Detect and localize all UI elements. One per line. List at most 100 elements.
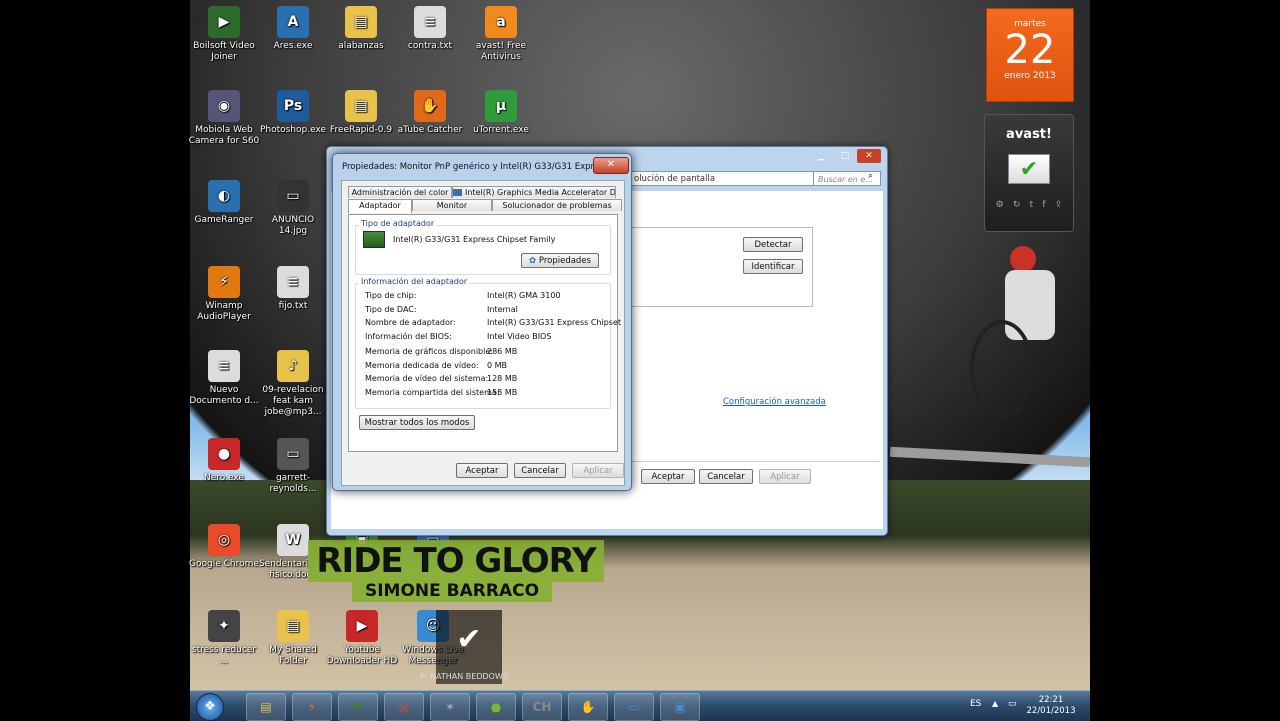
app-icon: ▶ xyxy=(208,6,240,38)
taskbar-app-display[interactable]: ▣ xyxy=(660,693,700,721)
desktop-icon[interactable]: ✋ aTube Catcher xyxy=(394,90,466,136)
minimize-button[interactable]: ▁ xyxy=(809,149,833,163)
app-icon: ◐ xyxy=(208,180,240,212)
desktop-icon[interactable]: a avast! Free Antivirus xyxy=(465,6,537,63)
ch-icon: CH xyxy=(532,700,552,714)
desktop-icon[interactable]: ♪ 09-revelacion feat kam jobe@mp3... xyxy=(257,350,329,418)
tab-troubleshoot[interactable]: Solucionador de problemas xyxy=(492,199,622,211)
tab-adapter[interactable]: Adaptador xyxy=(348,199,412,213)
banner-title: RIDE TO GLORY xyxy=(308,540,604,582)
tab-intel-driver[interactable]: Intel(R) Graphics Media Accelerator Driv… xyxy=(452,186,616,198)
desktop-icon[interactable]: ● Nero.exe xyxy=(188,438,260,484)
taskbar-app-avast[interactable]: ● xyxy=(476,693,516,721)
desktop-icon[interactable]: ≡ contra.txt xyxy=(394,6,466,52)
close-button[interactable]: ✕ xyxy=(593,157,629,174)
calendar-day: 22 xyxy=(1004,27,1056,73)
desktop-icon[interactable]: µ uTorrent.exe xyxy=(465,90,537,136)
desktop-icon[interactable]: ✦ stress reducer ... xyxy=(188,610,260,667)
refresh-icon[interactable]: ↻ xyxy=(1013,200,1021,210)
wallpaper-rider xyxy=(970,240,1080,440)
taskbar-app-winamp[interactable]: ⚡ xyxy=(292,693,332,721)
share-icon[interactable]: ⇪ xyxy=(1055,200,1063,210)
cancel-button[interactable]: Cancelar xyxy=(699,469,753,484)
desktop-icon-label: 09-revelacion feat kam jobe@mp3... xyxy=(262,385,324,417)
graphics-card-icon xyxy=(363,231,385,248)
detect-button[interactable]: Detectar xyxy=(743,237,803,252)
app-icon: ▶ xyxy=(346,610,378,642)
desktop-icon[interactable]: ▶ Boilsoft Video Joiner xyxy=(188,6,260,63)
identify-button[interactable]: Identificar xyxy=(743,259,803,274)
settings-icon[interactable]: ⚙ xyxy=(996,200,1004,210)
start-button[interactable]: ❖ xyxy=(196,693,224,721)
taskbar-app-explorer[interactable]: ▤ xyxy=(246,693,286,721)
adapter-name: Intel(R) G33/G31 Express Chipset Family xyxy=(393,235,556,244)
tray-expand-icon[interactable]: ▲ xyxy=(992,699,998,708)
desktop-icon-label: avast! Free Antivirus xyxy=(475,41,527,62)
advanced-settings-link[interactable]: Configuración avanzada xyxy=(723,397,826,407)
tab-monitor[interactable]: Monitor xyxy=(412,199,492,211)
info-value: Intel(R) G33/G31 Express Chipset xyxy=(487,318,622,328)
list-all-modes-button[interactable]: Mostrar todos los modos xyxy=(359,415,475,430)
desktop-icon[interactable]: Ps Photoshop.exe xyxy=(257,90,329,136)
memory-value: 128 MB xyxy=(487,374,518,384)
app-icon: ▭ xyxy=(277,180,309,212)
avast-logo: avast! xyxy=(1006,127,1052,142)
app-icon: ▤ xyxy=(345,90,377,122)
desktop-icon[interactable]: A Ares.exe xyxy=(257,6,329,52)
desktop-icon[interactable]: ≡ fijo.txt xyxy=(257,266,329,312)
maximize-button[interactable]: □ xyxy=(833,149,857,163)
desktop-icon[interactable]: ◐ GameRanger xyxy=(188,180,260,226)
search-icon[interactable]: ⌕ xyxy=(868,171,873,181)
apply-button: Aplicar xyxy=(759,469,811,484)
desktop-icon[interactable]: ▭ garrett-reynolds... xyxy=(257,438,329,495)
taskbar-app-shield[interactable]: ⛨ xyxy=(338,693,378,721)
accept-button[interactable]: Aceptar xyxy=(456,463,508,478)
app-icon: Ps xyxy=(277,90,309,122)
clock-time: 22:21 xyxy=(1038,695,1064,705)
app-icon: ● xyxy=(208,438,240,470)
calendar-gadget[interactable]: martes 22 enero 2013 xyxy=(986,8,1074,102)
desktop-icon-label: alabanzas xyxy=(338,41,384,51)
desktop-icon-label: GameRanger xyxy=(194,215,254,225)
desktop-icon-label: Winamp AudioPlayer xyxy=(197,301,251,322)
app-icon: A xyxy=(277,6,309,38)
cancel-button[interactable]: Cancelar xyxy=(514,463,566,478)
desktop-icon-label: Nero.exe xyxy=(204,473,244,483)
taskbar-app-chrome[interactable]: ◎ xyxy=(384,693,424,721)
properties-button[interactable]: ✿ Propiedades xyxy=(521,253,599,268)
avast-gadget[interactable]: avast! ✔ ⚙ ↻ t f ⇪ xyxy=(984,114,1074,232)
desktop-icon[interactable]: ▤ My Shared Folder xyxy=(257,610,329,667)
network-icon[interactable]: ▭ xyxy=(1008,699,1017,709)
windows-logo-icon: ❖ xyxy=(204,699,216,714)
accept-button[interactable]: Aceptar xyxy=(641,469,695,484)
desktop-icon[interactable]: ≡ Nuevo Documento d... xyxy=(188,350,260,407)
tab-intel-driver-label: Intel(R) Graphics Media Accelerator Driv… xyxy=(465,188,616,197)
desktop-icon[interactable]: ⚡ Winamp AudioPlayer xyxy=(188,266,260,323)
facebook-icon[interactable]: f xyxy=(1042,200,1045,210)
desktop-icon-label: Nuevo Documento d... xyxy=(189,385,259,406)
twitter-icon[interactable]: t xyxy=(1030,200,1034,210)
desktop-icon[interactable]: ◎ Google Chrome xyxy=(188,524,260,570)
desktop-icon-label: FreeRapid-0.9 xyxy=(329,125,393,135)
desktop-icon[interactable]: ▤ alabanzas xyxy=(325,6,397,52)
taskbar-app-atube[interactable]: ✋ xyxy=(568,693,608,721)
tab-color-management[interactable]: Administración del color xyxy=(348,186,452,198)
address-bar[interactable]: olución de pantalla xyxy=(623,171,815,186)
desktop-icon[interactable]: ▶ Youtube Downloader HD xyxy=(326,610,398,667)
taskbar-app-counter-strike[interactable]: ✶ xyxy=(430,693,470,721)
memory-key: Memoria dedicada de vídeo: xyxy=(365,360,479,370)
desktop-icon[interactable]: ▭ ANUNCIO 14.jpg xyxy=(257,180,329,237)
language-indicator[interactable]: ES xyxy=(970,699,981,709)
checkmark-icon[interactable]: ✔ xyxy=(1008,154,1050,184)
memory-value: 0 MB xyxy=(487,360,508,370)
desktop-icon[interactable]: ▤ FreeRapid-0.9 xyxy=(325,90,397,136)
taskbar-app-ch[interactable]: CH xyxy=(522,693,562,721)
clock-date: 22/01/2013 xyxy=(1026,706,1076,716)
app-icon: ≡ xyxy=(208,350,240,382)
close-button[interactable]: ✕ xyxy=(857,149,881,163)
taskbar-app-network[interactable]: ▭ xyxy=(614,693,654,721)
desktop-icon-label: Mobiola Web Camera for S60 xyxy=(188,125,260,146)
atube-icon: ✋ xyxy=(580,700,596,714)
clock[interactable]: 22:21 22/01/2013 xyxy=(1026,695,1076,717)
desktop-icon[interactable]: ◉ Mobiola Web Camera for S60 xyxy=(188,90,260,147)
